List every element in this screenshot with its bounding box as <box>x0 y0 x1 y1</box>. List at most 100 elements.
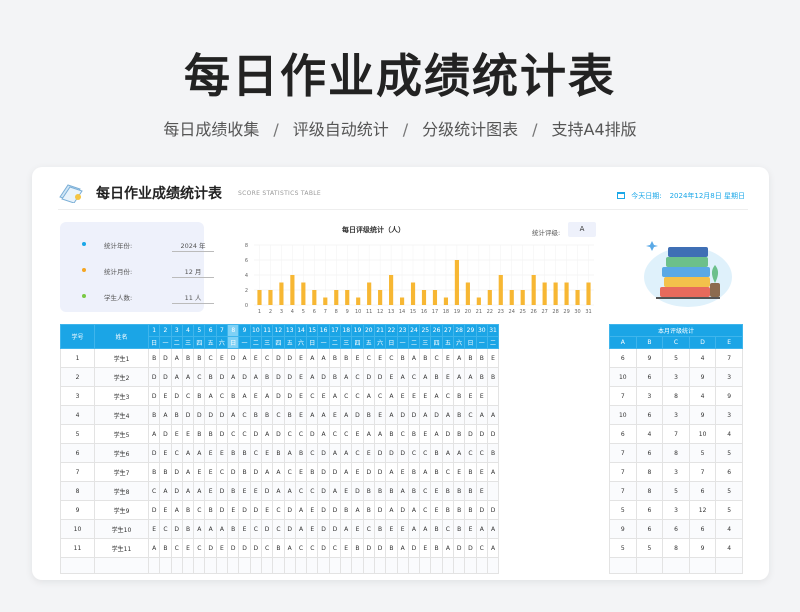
cell-grade[interactable]: B <box>193 348 206 368</box>
cell-grade[interactable]: B <box>464 500 477 520</box>
cell-grade[interactable]: B <box>340 500 353 520</box>
cell-grade[interactable]: E <box>419 424 432 444</box>
cell-grade[interactable]: D <box>238 538 251 558</box>
cell-grade[interactable]: E <box>306 500 319 520</box>
cell-grade[interactable]: B <box>464 481 477 501</box>
cell-grade[interactable]: C <box>340 386 353 406</box>
cell-grade[interactable]: A <box>306 367 319 387</box>
cell-grade[interactable]: E <box>260 443 274 463</box>
cell-grade[interactable]: D <box>396 405 409 425</box>
cell-empty[interactable] <box>60 557 95 574</box>
cell-grade[interactable]: C <box>294 538 308 558</box>
cell-grade[interactable]: D <box>317 519 330 539</box>
cell-grade[interactable]: E <box>215 348 229 368</box>
cell-empty[interactable] <box>170 557 183 574</box>
cell-grade[interactable]: E <box>294 348 308 368</box>
cell-empty[interactable] <box>351 557 364 574</box>
cell-grade[interactable]: A <box>170 367 183 387</box>
cell-grade[interactable]: D <box>283 386 296 406</box>
cell-empty[interactable] <box>317 557 330 574</box>
cell-grade[interactable]: D <box>147 386 161 406</box>
cell-empty[interactable] <box>340 557 353 574</box>
cell-empty[interactable] <box>453 557 466 574</box>
cell-grade[interactable]: D <box>373 367 387 387</box>
cell-grade[interactable]: D <box>147 367 161 387</box>
cell-grade[interactable]: C <box>306 386 319 406</box>
cell-grade[interactable]: A <box>260 462 274 482</box>
cell-grade[interactable]: B <box>260 367 274 387</box>
cell-grade[interactable]: D <box>170 462 183 482</box>
cell-grade[interactable]: D <box>328 500 342 520</box>
cell-grade[interactable]: A <box>272 481 285 501</box>
cell-grade[interactable]: B <box>328 367 342 387</box>
cell-grade[interactable]: D <box>385 443 398 463</box>
cell-grade[interactable]: B <box>407 481 421 501</box>
cell-grade[interactable]: D <box>430 405 443 425</box>
cell-grade[interactable]: E <box>294 405 308 425</box>
cell-grade[interactable]: D <box>272 367 285 387</box>
cell-grade[interactable]: A <box>419 405 432 425</box>
cell-grade[interactable]: A <box>227 367 240 387</box>
cell-grade[interactable]: D <box>373 443 387 463</box>
cell-grade[interactable]: A <box>340 443 353 463</box>
cell-empty[interactable] <box>441 557 455 574</box>
cell-grade[interactable]: C <box>272 500 285 520</box>
cell-grade[interactable]: C <box>249 519 262 539</box>
cell-grade[interactable]: C <box>306 481 319 501</box>
cell-empty[interactable] <box>407 557 421 574</box>
cell-grade[interactable]: D <box>227 538 240 558</box>
cell-grade[interactable]: A <box>283 538 296 558</box>
cell-grade[interactable]: D <box>159 367 172 387</box>
cell-grade[interactable]: D <box>396 500 409 520</box>
cell-grade[interactable]: D <box>373 500 387 520</box>
cell-grade[interactable]: A <box>351 500 364 520</box>
cell-empty[interactable] <box>486 557 500 574</box>
cell-grade[interactable]: D <box>475 500 488 520</box>
cell-grade[interactable]: E <box>204 462 217 482</box>
cell-grade[interactable]: D <box>147 443 161 463</box>
cell-grade[interactable]: C <box>249 443 262 463</box>
cell-grade[interactable]: D <box>238 500 251 520</box>
cell-grade[interactable]: A <box>147 424 161 444</box>
cell-grade[interactable]: D <box>215 405 229 425</box>
cell-grade[interactable]: B <box>430 538 443 558</box>
cell-grade[interactable]: E <box>351 348 364 368</box>
cell-empty[interactable] <box>215 557 229 574</box>
cell-grade[interactable]: A <box>227 405 240 425</box>
cell-grade[interactable]: D <box>283 519 296 539</box>
cell-grade[interactable]: A <box>317 348 330 368</box>
cell-grade[interactable]: A <box>362 424 375 444</box>
cell-grade[interactable]: E <box>396 462 409 482</box>
cell-grade[interactable]: A <box>294 519 308 539</box>
cell-grade[interactable]: C <box>193 500 206 520</box>
cell-empty[interactable] <box>475 557 488 574</box>
cell-grade[interactable]: C <box>170 538 183 558</box>
cell-grade[interactable]: B <box>283 405 296 425</box>
cell-grade[interactable]: C <box>147 481 161 501</box>
cell-grade[interactable]: A <box>193 481 206 501</box>
cell-grade[interactable]: C <box>260 538 274 558</box>
cell-grade[interactable]: B <box>464 348 477 368</box>
cell-empty[interactable] <box>94 557 149 574</box>
cell-grade[interactable]: E <box>486 348 500 368</box>
cell-grade[interactable]: A <box>453 348 466 368</box>
cell-grade[interactable]: C <box>193 367 206 387</box>
cell-grade[interactable]: C <box>373 386 387 406</box>
cell-grade[interactable]: D <box>249 500 262 520</box>
cell-grade[interactable]: C <box>294 424 308 444</box>
cell-grade[interactable]: B <box>181 348 195 368</box>
cell-grade[interactable]: B <box>453 519 466 539</box>
cell-grade[interactable]: E <box>159 386 172 406</box>
cell-grade[interactable]: E <box>340 481 353 501</box>
cell-grade[interactable]: C <box>407 367 421 387</box>
cell-grade[interactable]: A <box>385 462 398 482</box>
cell-grade[interactable]: E <box>351 424 364 444</box>
cell-grade[interactable]: B <box>351 538 364 558</box>
cell-grade[interactable]: D <box>453 538 466 558</box>
cell-empty[interactable] <box>147 557 161 574</box>
cell-grade[interactable]: C <box>181 386 195 406</box>
cell-grade[interactable]: C <box>407 443 421 463</box>
cell-grade[interactable]: B <box>204 424 217 444</box>
cell-grade[interactable]: D <box>464 424 477 444</box>
cell-grade[interactable]: A <box>453 367 466 387</box>
